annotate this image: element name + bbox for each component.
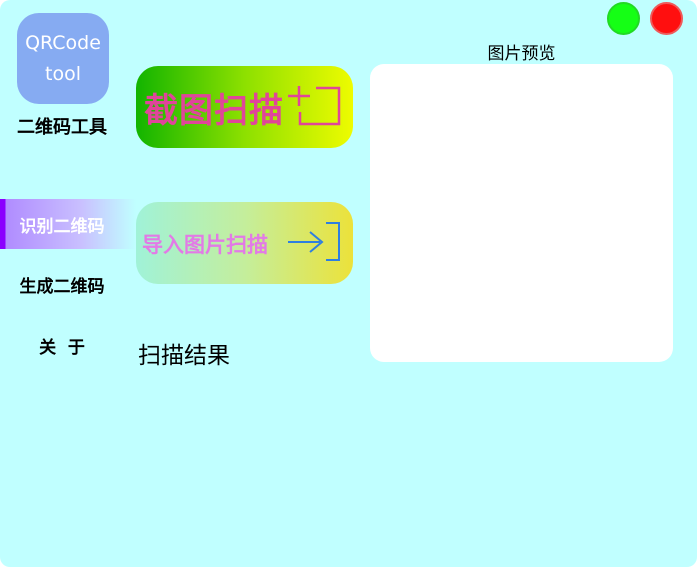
import-image-scan-label: 导入图片扫描 — [142, 233, 268, 257]
minimize-button[interactable] — [607, 2, 640, 35]
nav-item-label: 关 于 — [39, 337, 85, 358]
nav-item-generate[interactable]: 生成二维码 — [0, 259, 136, 309]
screenshot-scan-label: 截图扫描 — [144, 91, 284, 131]
nav-item-about[interactable]: 关 于 — [0, 320, 136, 370]
arrow-into-bracket-icon — [288, 222, 340, 261]
app-window: QRCode tool 二维码工具 识别二维码 生成二维码 关 于 截图扫描 导… — [0, 0, 697, 567]
logo-line-1: QRCode — [25, 31, 101, 54]
logo-line-2: tool — [45, 62, 81, 85]
nav-item-recognize[interactable]: 识别二维码 — [0, 199, 136, 249]
nav-item-label: 识别二维码 — [19, 216, 105, 237]
scan-result-label: 扫描结果 — [138, 343, 230, 369]
image-preview-area — [370, 64, 673, 362]
preview-title: 图片预览 — [487, 44, 556, 64]
import-image-scan-button[interactable]: 导入图片扫描 — [136, 202, 353, 284]
app-logo: QRCode tool — [17, 13, 109, 104]
nav-item-label: 生成二维码 — [19, 276, 105, 297]
app-name: 二维码工具 — [17, 117, 107, 138]
screenshot-scan-button[interactable]: 截图扫描 — [136, 66, 353, 148]
close-button[interactable] — [650, 2, 683, 35]
crosshair-frame-icon — [288, 86, 341, 126]
